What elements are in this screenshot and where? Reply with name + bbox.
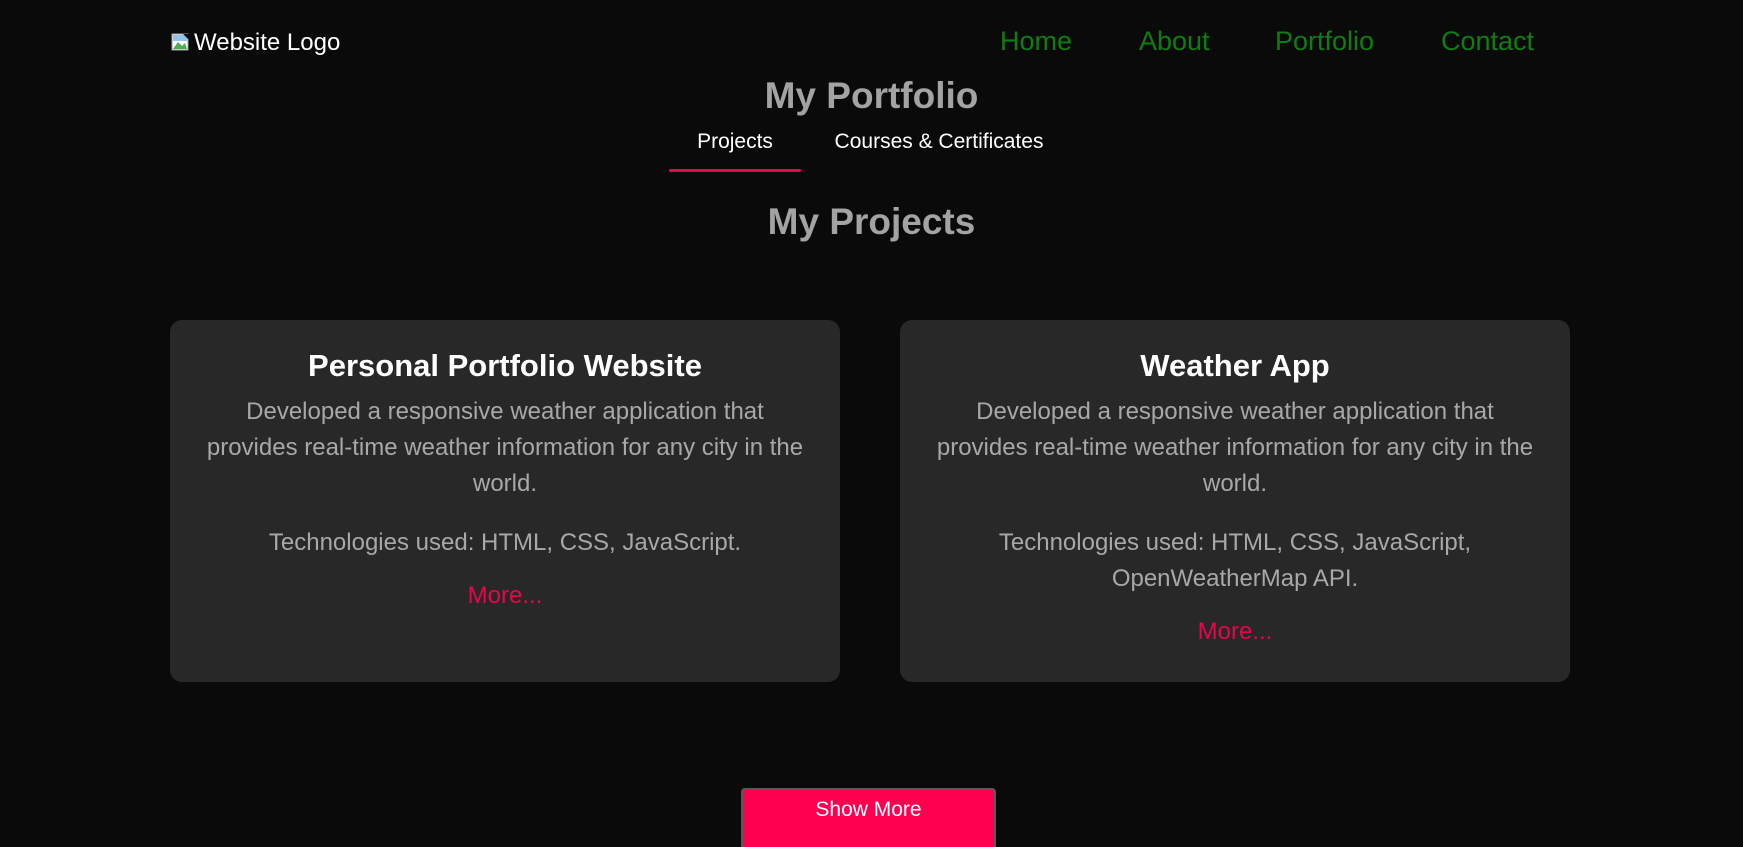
page-title: My Portfolio — [764, 75, 979, 116]
nav-contact[interactable]: Contact — [1441, 26, 1534, 56]
website-logo[interactable]: Website Logo — [170, 30, 340, 56]
section-title: My Projects — [767, 201, 976, 242]
portfolio-tabs: Projects Courses & Certificates — [0, 124, 1743, 174]
tab-courses-label: Courses & Certificates — [834, 130, 1044, 153]
tab-courses-certificates[interactable]: Courses & Certificates — [830, 124, 1048, 160]
tab-projects-label: Projects — [697, 130, 773, 153]
logo-alt-text: Website Logo — [194, 29, 341, 56]
nav-home[interactable]: Home — [1000, 26, 1072, 56]
project-title: Personal Portfolio Website — [308, 348, 702, 383]
nav-about[interactable]: About — [1139, 26, 1210, 56]
project-card: Weather App Developed a responsive weath… — [900, 320, 1570, 682]
project-technologies: Technologies used: HTML, CSS, JavaScript… — [998, 529, 1472, 592]
project-description: Developed a responsive weather applicati… — [936, 398, 1534, 497]
broken-image-icon — [170, 32, 192, 54]
project-title: Weather App — [1140, 348, 1330, 383]
nav-portfolio[interactable]: Portfolio — [1275, 26, 1374, 56]
active-tab-indicator — [669, 169, 801, 172]
project-card: Personal Portfolio Website Developed a r… — [170, 320, 840, 682]
tab-projects[interactable]: Projects — [669, 124, 801, 172]
project-technologies: Technologies used: HTML, CSS, JavaScript… — [268, 529, 742, 556]
project-more-link[interactable]: More... — [1198, 614, 1273, 650]
show-more-button[interactable]: Show More — [741, 788, 996, 847]
project-more-link[interactable]: More... — [468, 578, 543, 614]
page: Website Logo Home About Portfolio Contac… — [0, 0, 1743, 847]
project-description: Developed a responsive weather applicati… — [206, 398, 804, 497]
